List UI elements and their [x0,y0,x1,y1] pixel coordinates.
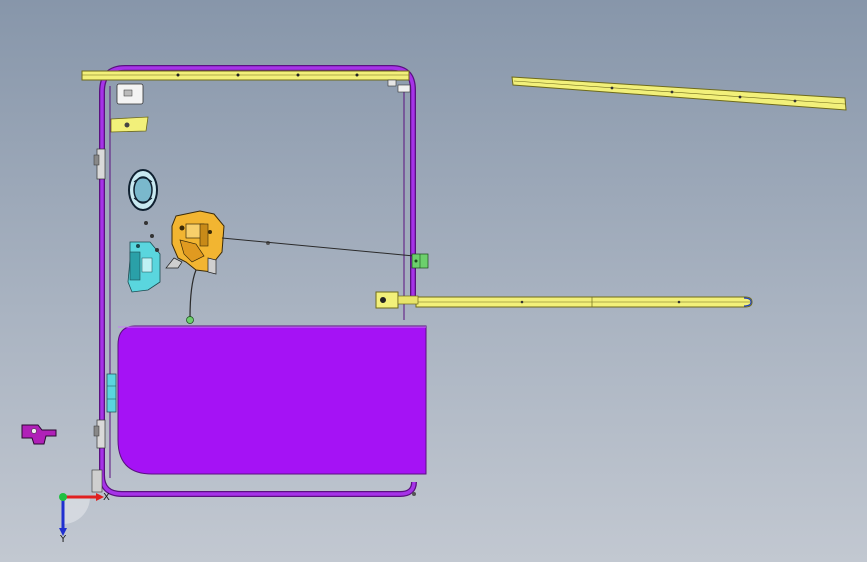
speaker-grille[interactable] [128,169,158,211]
x-axis-label: X [103,492,110,503]
detached-striker-bracket[interactable] [21,424,57,445]
hinge-tab-upper[interactable] [93,148,106,180]
check-link-bracket[interactable] [411,253,429,269]
door-latch-assembly[interactable] [165,210,225,275]
lower-corner-bracket [91,469,103,493]
y-axis-label: Y [59,534,67,545]
inner-door-panel[interactable] [117,325,427,475]
detached-upper-rail[interactable] [511,76,847,111]
coordinate-triad[interactable]: X Y [59,492,110,545]
mirror-bracket[interactable] [110,116,149,133]
cad-viewport[interactable]: X Y [0,0,867,562]
lower-hinge[interactable] [106,373,117,413]
upper-hinge-plate[interactable] [116,83,144,105]
hinge-tab-lower[interactable] [93,419,106,449]
belt-line-rail[interactable] [415,296,753,308]
